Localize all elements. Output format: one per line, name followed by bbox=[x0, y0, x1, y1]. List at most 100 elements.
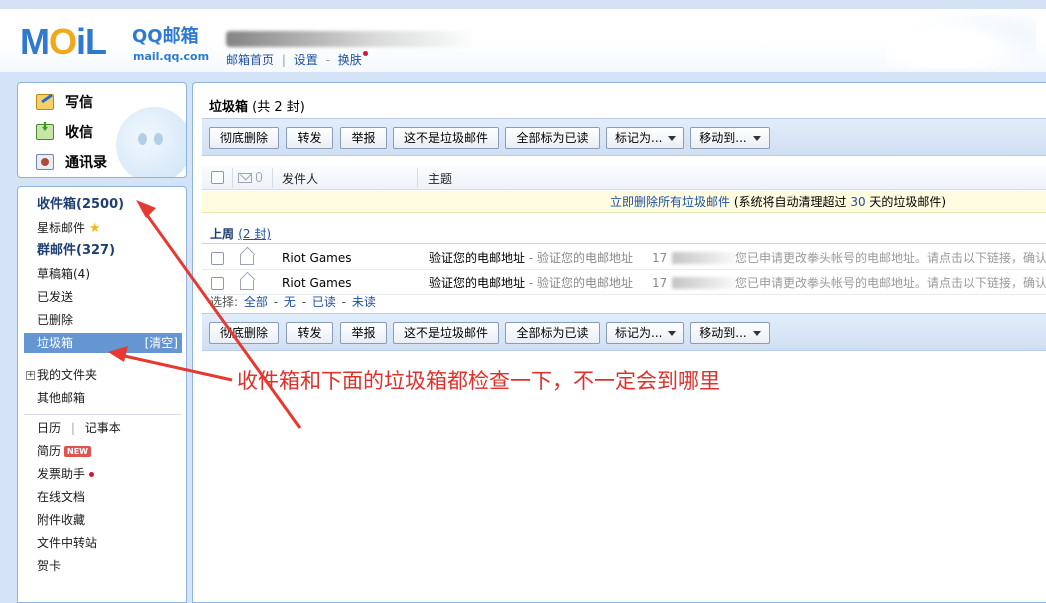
tool-resume[interactable]: 简历 NEW bbox=[37, 441, 91, 461]
delete-permanently-button[interactable]: 彻底删除 bbox=[209, 127, 279, 149]
read-status-icon bbox=[238, 173, 252, 183]
forward-button[interactable]: 转发 bbox=[286, 322, 333, 344]
skin-link[interactable]: 换肤 bbox=[338, 53, 362, 67]
folder-panel: 收件箱(2500) 星标邮件 ★ 群邮件(327) 草稿箱(4) 已发送 已删除… bbox=[17, 186, 187, 603]
column-subject[interactable]: 主题 bbox=[428, 170, 452, 187]
notice-days: 30 bbox=[850, 195, 866, 209]
mark-all-read-button[interactable]: 全部标为已读 bbox=[505, 322, 600, 344]
table-row[interactable]: Riot Games 验证您的电邮地址 - 验证您的电邮地址 17 您已申请更改… bbox=[202, 246, 1046, 270]
new-dot-icon bbox=[362, 51, 368, 56]
delete-all-spam-link[interactable]: 立即删除所有垃圾邮件 bbox=[610, 195, 730, 209]
receive-button[interactable]: 收信 bbox=[36, 121, 93, 143]
logo-site: mail.qq.com bbox=[133, 50, 210, 63]
move-to-dropdown[interactable]: 移动到... bbox=[690, 127, 770, 149]
envelope-open-icon bbox=[240, 280, 254, 290]
home-link[interactable]: 邮箱首页 bbox=[226, 53, 274, 67]
group-label: 上周 bbox=[210, 227, 235, 241]
clear-spam-link[interactable]: [清空] bbox=[145, 333, 178, 353]
forward-button[interactable]: 转发 bbox=[286, 127, 333, 149]
star-icon: ★ bbox=[88, 221, 101, 236]
contacts-button[interactable]: 通讯录 bbox=[36, 151, 107, 173]
select-read-link[interactable]: 已读 bbox=[312, 295, 336, 309]
column-separator bbox=[417, 168, 418, 188]
tool-cards[interactable]: 贺卡 bbox=[37, 556, 61, 576]
chevron-down-icon bbox=[752, 331, 761, 336]
folder-inbox[interactable]: 收件箱(2500) bbox=[37, 195, 124, 215]
logo-brand: QQ邮箱 bbox=[132, 26, 199, 47]
tool-invoice[interactable]: 发票助手 bbox=[37, 464, 95, 484]
my-folders-label: 我的文件夹 bbox=[37, 368, 98, 382]
mail-list-panel: 垃圾箱 (共 2 封) 彻底删除 转发 举报 这不是垃圾邮件 全部标为已读 标记… bbox=[192, 82, 1046, 603]
selection-bar: 选择: 全部 - 无 - 已读 - 未读 bbox=[210, 295, 376, 309]
penguin-mascot-icon bbox=[116, 107, 186, 177]
settings-link[interactable]: 设置 bbox=[294, 53, 318, 67]
folder-starred[interactable]: 星标邮件 ★ bbox=[37, 218, 101, 238]
folder-drafts[interactable]: 草稿箱(4) bbox=[37, 264, 90, 284]
select-none-link[interactable]: 无 bbox=[284, 295, 296, 309]
row-preview: 您已申请更改拳头帐号的电邮地址。请点击以下链接，确认 bbox=[735, 276, 1046, 290]
select-all-checkbox[interactable] bbox=[211, 171, 224, 184]
group-count-link[interactable]: (2 封) bbox=[238, 227, 271, 241]
annotation-text: 收件箱和下面的垃圾箱都检查一下，不一定会到哪里 bbox=[237, 369, 720, 393]
group-divider bbox=[202, 243, 1046, 244]
folder-group[interactable]: 群邮件(327) bbox=[37, 241, 115, 261]
delete-permanently-button[interactable]: 彻底删除 bbox=[209, 322, 279, 344]
row-time-redacted bbox=[672, 252, 742, 264]
inbox-download-icon bbox=[36, 124, 54, 140]
folder-title: 垃圾箱 bbox=[209, 100, 249, 115]
select-unread-link[interactable]: 未读 bbox=[352, 295, 376, 309]
cloud-decoration bbox=[886, 14, 1036, 69]
resume-label: 简历 bbox=[37, 444, 62, 458]
row-subject: 验证您的电邮地址 - 验证您的电邮地址 bbox=[429, 271, 633, 294]
chevron-down-icon bbox=[668, 136, 677, 141]
move-to-dropdown[interactable]: 移动到... bbox=[690, 322, 770, 344]
logo[interactable]: MOiL QQ邮箱 mail.qq.com bbox=[20, 23, 220, 69]
top-links: 邮箱首页 | 设置 - 换肤 bbox=[226, 51, 368, 68]
new-badge: NEW bbox=[64, 446, 91, 457]
report-button[interactable]: 举报 bbox=[340, 322, 387, 344]
table-row[interactable]: Riot Games 验证您的电邮地址 - 验证您的电邮地址 17 您已申请更改… bbox=[202, 271, 1046, 295]
folder-starred-label: 星标邮件 bbox=[37, 221, 86, 235]
expand-icon[interactable]: + bbox=[26, 371, 35, 380]
mark-as-dropdown[interactable]: 标记为... bbox=[606, 322, 684, 344]
logo-mark: MOiL bbox=[20, 21, 107, 62]
row-subject-preview: - 验证您的电邮地址 bbox=[525, 276, 633, 290]
select-all-link[interactable]: 全部 bbox=[244, 295, 268, 309]
compose-button[interactable]: 写信 bbox=[36, 91, 93, 113]
move-to-label: 移动到... bbox=[699, 326, 747, 340]
row-time: 17 bbox=[652, 251, 668, 265]
move-to-label: 移动到... bbox=[699, 131, 747, 145]
select-label: 选择: bbox=[210, 295, 239, 309]
contacts-icon bbox=[36, 154, 54, 170]
mark-as-dropdown[interactable]: 标记为... bbox=[606, 127, 684, 149]
notice-post: 天的垃圾邮件) bbox=[865, 195, 947, 209]
row-checkbox[interactable] bbox=[211, 252, 224, 265]
receive-label: 收信 bbox=[65, 125, 93, 141]
folder-other-mailboxes[interactable]: 其他邮箱 bbox=[37, 388, 85, 408]
tool-attachments[interactable]: 附件收藏 bbox=[37, 510, 85, 530]
row-time: 17 bbox=[652, 276, 668, 290]
folder-sent[interactable]: 已发送 bbox=[37, 287, 73, 307]
calendar-link[interactable]: 日历 bbox=[37, 421, 61, 435]
column-separator bbox=[232, 168, 233, 188]
group-header: 上周 (2 封) bbox=[210, 225, 271, 242]
tool-file-transfer[interactable]: 文件中转站 bbox=[37, 533, 97, 553]
folder-deleted[interactable]: 已删除 bbox=[37, 310, 73, 330]
chevron-down-icon bbox=[752, 136, 761, 141]
mark-all-read-button[interactable]: 全部标为已读 bbox=[505, 127, 600, 149]
column-sender[interactable]: 发件人 bbox=[282, 170, 318, 187]
notice-pre: (系统将自动清理超过 bbox=[730, 195, 851, 209]
tool-docs[interactable]: 在线文档 bbox=[37, 487, 85, 507]
not-spam-button[interactable]: 这不是垃圾邮件 bbox=[393, 127, 499, 149]
link-separator: | bbox=[281, 53, 286, 67]
pencil-icon bbox=[36, 94, 54, 110]
folder-spam[interactable]: 垃圾箱 [清空] bbox=[24, 333, 182, 353]
report-button[interactable]: 举报 bbox=[340, 127, 387, 149]
folder-my-folders[interactable]: + 我的文件夹 bbox=[26, 365, 97, 385]
notes-link[interactable]: 记事本 bbox=[85, 421, 121, 435]
not-spam-button[interactable]: 这不是垃圾邮件 bbox=[393, 322, 499, 344]
table-header: 发件人 主题 bbox=[202, 166, 1046, 190]
compose-label: 写信 bbox=[65, 95, 93, 111]
row-time-redacted bbox=[672, 277, 742, 289]
row-checkbox[interactable] bbox=[211, 277, 224, 290]
